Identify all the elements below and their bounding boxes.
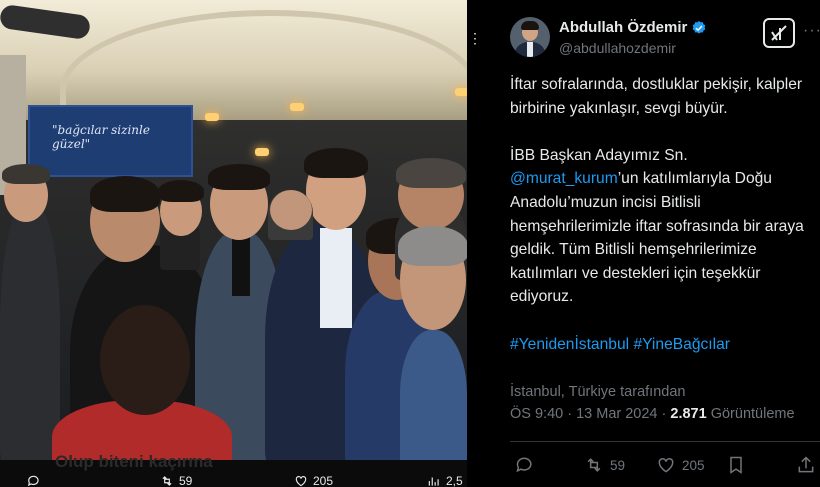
tweet-time[interactable]: ÖS 9:40 · 13 Mar 2024 ·: [510, 406, 670, 422]
retweet-icon: [162, 476, 172, 486]
tweet-photo[interactable]: "bağcılar sizinle güzel": [0, 0, 467, 460]
bottom-like[interactable]: 205: [294, 474, 333, 487]
tweet-body: İftar sofralarında, dostluklar pekişir, …: [510, 73, 820, 380]
avatar[interactable]: [510, 17, 550, 57]
hashtag-link[interactable]: #Yenidenİstanbul: [510, 336, 629, 353]
bottom-retweet[interactable]: 59: [160, 474, 192, 487]
author-name-row[interactable]: Abdullah Özdemir: [559, 19, 707, 36]
retweet-count: 59: [610, 457, 626, 473]
bottom-reply[interactable]: [27, 474, 41, 487]
bottom-retweet-count: 59: [179, 474, 193, 487]
like-count: 205: [682, 457, 705, 473]
divider-line: [510, 441, 820, 442]
person-hair: [158, 180, 204, 202]
author-handle[interactable]: @abdullahozdemir: [559, 40, 676, 56]
action-bar: 59 205: [510, 455, 820, 477]
paragraph-2-prefix: İBB Başkan Adayımız Sn.: [510, 146, 688, 164]
tweet-panel: Abdullah Özdemir @abdullahozdemir ··· İf…: [493, 0, 820, 487]
more-options-icon[interactable]: ···: [803, 22, 820, 40]
avatar-hair: [521, 21, 539, 30]
photo-lamp: [205, 113, 219, 121]
photo-lamp: [455, 88, 467, 96]
bottom-like-count: 205: [313, 474, 334, 487]
person-hair: [304, 148, 368, 178]
bottom-caption: Olup biteni kaçırma: [55, 452, 213, 471]
person-head: [270, 190, 312, 230]
person-hair: [396, 158, 466, 188]
views-label: Görüntüleme: [706, 406, 795, 422]
person-hair: [2, 164, 50, 184]
divider: [467, 0, 493, 487]
hashtag-link[interactable]: #YineBağcılar: [633, 336, 730, 353]
bookmark-button[interactable]: [726, 455, 746, 475]
person: [400, 330, 467, 460]
retweet-icon: [587, 458, 601, 472]
views-count: 2.871: [670, 406, 707, 422]
retweet-button[interactable]: 59: [584, 455, 625, 475]
person-hair: [398, 226, 467, 266]
person-hair: [208, 164, 270, 190]
grok-button[interactable]: [763, 18, 795, 48]
bottom-views-count: 2,5: [446, 474, 463, 487]
reply-icon: [516, 457, 532, 473]
reply-button[interactable]: [515, 455, 535, 475]
author-name[interactable]: Abdullah Özdemir: [559, 19, 687, 36]
banner-text: "bağcılar sizinle güzel": [52, 123, 150, 151]
share-icon: [798, 456, 814, 473]
share-button[interactable]: [796, 455, 816, 475]
tweet-paragraph-1: İftar sofralarında, dostluklar pekişir, …: [510, 76, 803, 117]
paragraph-2-rest: ’un katılımlarıyla Doğu Anadolu’muzun in…: [510, 170, 804, 306]
person-hair: [90, 176, 160, 212]
tweet-paragraph-2: İBB Başkan Adayımız Sn. @murat_kurum’un k…: [510, 144, 820, 309]
like-button[interactable]: 205: [656, 455, 705, 475]
more-icon[interactable]: ⋮: [468, 30, 482, 47]
mention-link[interactable]: @murat_kurum: [510, 170, 618, 187]
person-shirt: [232, 236, 250, 296]
person-head: [100, 305, 190, 415]
location-text[interactable]: İstanbul, Türkiye tarafından: [510, 384, 685, 400]
bottom-views[interactable]: 2,5: [427, 474, 463, 487]
views-icon: [428, 477, 439, 486]
verified-icon: [693, 20, 706, 34]
person-shirt: [320, 228, 352, 328]
reply-icon: [27, 475, 39, 487]
like-icon: [295, 476, 307, 487]
person: [0, 200, 60, 460]
tweet-hashtags: #Yenidenİstanbul #YineBağcılar: [510, 333, 820, 357]
tweet-meta: ÖS 9:40 · 13 Mar 2024 · 2.871 Görüntülem…: [510, 406, 795, 422]
avatar-shirt: [527, 42, 533, 57]
photo-lamp: [290, 103, 304, 111]
grok-icon: [771, 25, 787, 41]
photo-lamp: [255, 148, 269, 156]
bookmark-icon: [730, 456, 742, 474]
photo-banner: "bağcılar sizinle güzel": [28, 105, 193, 177]
like-icon: [658, 457, 674, 473]
